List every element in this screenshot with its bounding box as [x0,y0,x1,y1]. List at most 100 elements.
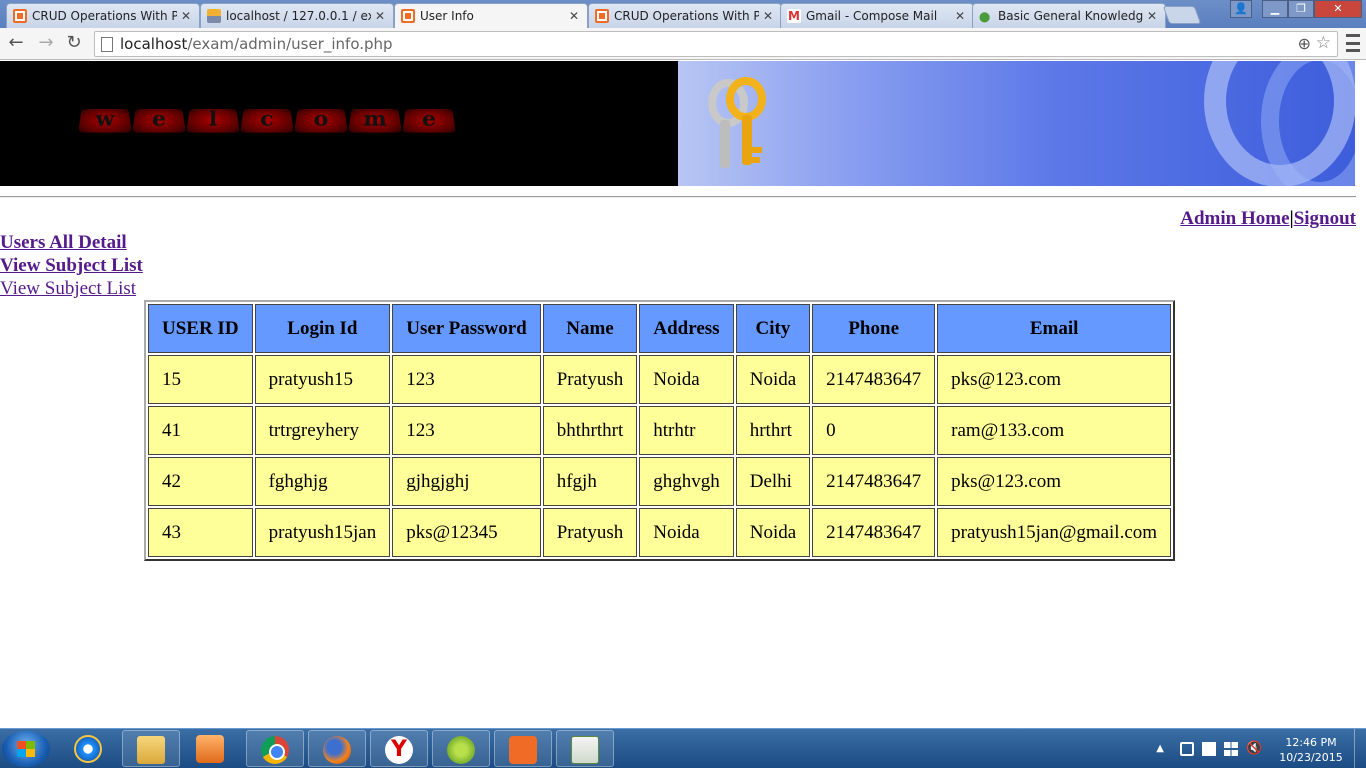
table-cell: bhthrthrt [542,406,638,455]
table-cell: 15 [148,355,253,404]
table-cell: pks@123.com [937,457,1172,506]
bookmark-star-icon[interactable]: ☆ [1316,33,1331,53]
start-button[interactable] [2,731,50,767]
volume-muted-icon[interactable]: 🔇 [1246,742,1262,756]
keys-icon [708,77,766,168]
table-cell: htrhtr [639,406,734,455]
new-tab-button[interactable] [1162,6,1202,24]
ie-icon [74,735,102,763]
table-cell: 43 [148,508,253,557]
table-cell: Noida [639,355,734,404]
column-header: User Password [392,304,541,353]
taskbar-xampp[interactable] [494,730,552,767]
close-tab-icon[interactable]: ✕ [763,9,775,23]
table-row: 43 pratyush15jan pks@12345 Pratyush Noida Noi… [148,508,1172,557]
table-cell: Noida [639,508,734,557]
column-header: Address [639,304,734,353]
table-cell: ghghvgh [639,457,734,506]
zoom-icon[interactable]: ⊕ [1298,34,1311,53]
browser-toolbar: ← → ↻ localhost/exam/admin/user_info.php… [0,28,1366,60]
users-all-detail-link[interactable]: Users All Detail [0,231,143,254]
chrome-menu-icon[interactable] [1346,34,1360,52]
notepad-icon [571,736,599,764]
welcome-letter: o [294,108,348,133]
column-header: Login Id [254,304,391,353]
users-table: USER ID Login Id User Password Name Address C… [144,300,1176,561]
table-cell: 2147483647 [812,457,936,506]
clock-date: 10/23/2015 [1279,751,1343,764]
welcome-letter: e [132,108,186,133]
view-subject-list-link-plain[interactable]: View Subject List [0,277,143,300]
reload-icon[interactable]: ↻ [62,32,86,56]
side-nav: Users All Detail View Subject List View … [0,231,143,300]
table-row: 15 pratyush15 123 Pratyush Noida Noida 2147483… [148,355,1172,404]
welcome-banner-left: welcome [0,61,678,186]
action-center-icon[interactable] [1202,742,1216,756]
windows-flag-icon[interactable] [1224,742,1238,756]
user-profile-button[interactable]: 👤 [1230,0,1252,18]
browser-tab-strip: CRUD Operations With PH ✕ localhost / 12… [0,0,1366,28]
close-tab-icon[interactable]: ✕ [181,9,193,23]
table-cell: Pratyush [542,508,638,557]
table-cell: 123 [392,355,541,404]
close-tab-icon[interactable]: ✕ [375,9,387,23]
table-cell: 123 [392,406,541,455]
firefox-icon [323,736,351,764]
tab-general-knowledge[interactable]: Basic General Knowledge ✕ [972,3,1166,28]
column-header: Name [542,304,638,353]
tab-user-info[interactable]: User Info ✕ [394,3,588,28]
table-cell: 42 [148,457,253,506]
welcome-banner: welcome [0,61,1355,186]
show-hidden-icons-icon[interactable]: ▲ [1156,743,1164,754]
column-header: Phone [812,304,936,353]
network-icon[interactable] [1180,742,1194,756]
taskbar-yandex[interactable]: Y [370,730,428,767]
tab-title: Gmail - Compose Mail [806,9,938,23]
close-tab-icon[interactable]: ✕ [569,9,581,23]
chrome-icon [261,736,289,764]
maximize-button[interactable]: ❐ [1288,0,1314,18]
welcome-letter: m [348,108,402,133]
table-cell: 2147483647 [812,355,936,404]
table-cell: Noida [735,508,811,557]
tab-title: CRUD Operations With PH [32,9,177,23]
taskbar-explorer[interactable] [122,730,180,767]
close-tab-icon[interactable]: ✕ [955,9,967,23]
taskbar-ie[interactable] [60,730,118,767]
close-tab-icon[interactable]: ✕ [1147,9,1159,23]
table-row: 42 fghghjg gjhgjghj hfgjh ghghvgh Delhi 214748… [148,457,1172,506]
table-row: 41 trtrgreyhery 123 bhthrthrt htrhtr hrthrt 0 r… [148,406,1172,455]
taskbar-notepad[interactable] [556,730,614,767]
show-desktop-button[interactable] [1354,729,1366,768]
media-player-icon [196,735,224,763]
table-cell: trtrgreyhery [254,406,391,455]
back-arrow-icon[interactable]: ← [4,32,28,56]
tab-phpmyadmin[interactable]: localhost / 127.0.0.1 / exam ✕ [200,3,394,28]
table-header-row: USER ID Login Id User Password Name Address C… [148,304,1172,353]
welcome-letter: e [402,108,456,133]
forward-arrow-icon[interactable]: → [34,32,58,56]
view-subject-list-link[interactable]: View Subject List [0,254,143,277]
address-bar[interactable]: localhost/exam/admin/user_info.php ⊕ ☆ [94,31,1338,57]
horizontal-divider [0,196,1356,198]
taskbar-dreamweaver[interactable] [432,730,490,767]
taskbar-chrome[interactable] [246,730,304,767]
table-cell: 2147483647 [812,508,936,557]
taskbar-firefox[interactable] [308,730,366,767]
phpmyadmin-icon [207,9,221,23]
admin-nav: Admin Home|Signout [1180,208,1356,230]
signout-link[interactable]: Signout [1294,208,1356,229]
minimize-button[interactable]: ▁ [1262,0,1288,18]
tab-gmail[interactable]: M Gmail - Compose Mail ✕ [780,3,974,28]
window-close-button[interactable]: ✕ [1314,0,1362,18]
clock[interactable]: 12:46 PM 10/23/2015 [1276,735,1346,765]
welcome-letter: w [78,108,132,133]
admin-home-link[interactable]: Admin Home [1180,208,1289,229]
taskbar-media-player[interactable] [182,730,240,767]
table-cell: pks@123.com [937,355,1172,404]
users-table-container: USER ID Login Id User Password Name Address C… [144,300,1176,561]
tab-crud-operations-2[interactable]: CRUD Operations With PH ✕ [588,3,782,28]
tab-crud-operations-1[interactable]: CRUD Operations With PH ✕ [6,3,200,28]
system-tray: ▲ 🔇 12:46 PM 10/23/2015 [1134,731,1354,767]
table-cell: hfgjh [542,457,638,506]
